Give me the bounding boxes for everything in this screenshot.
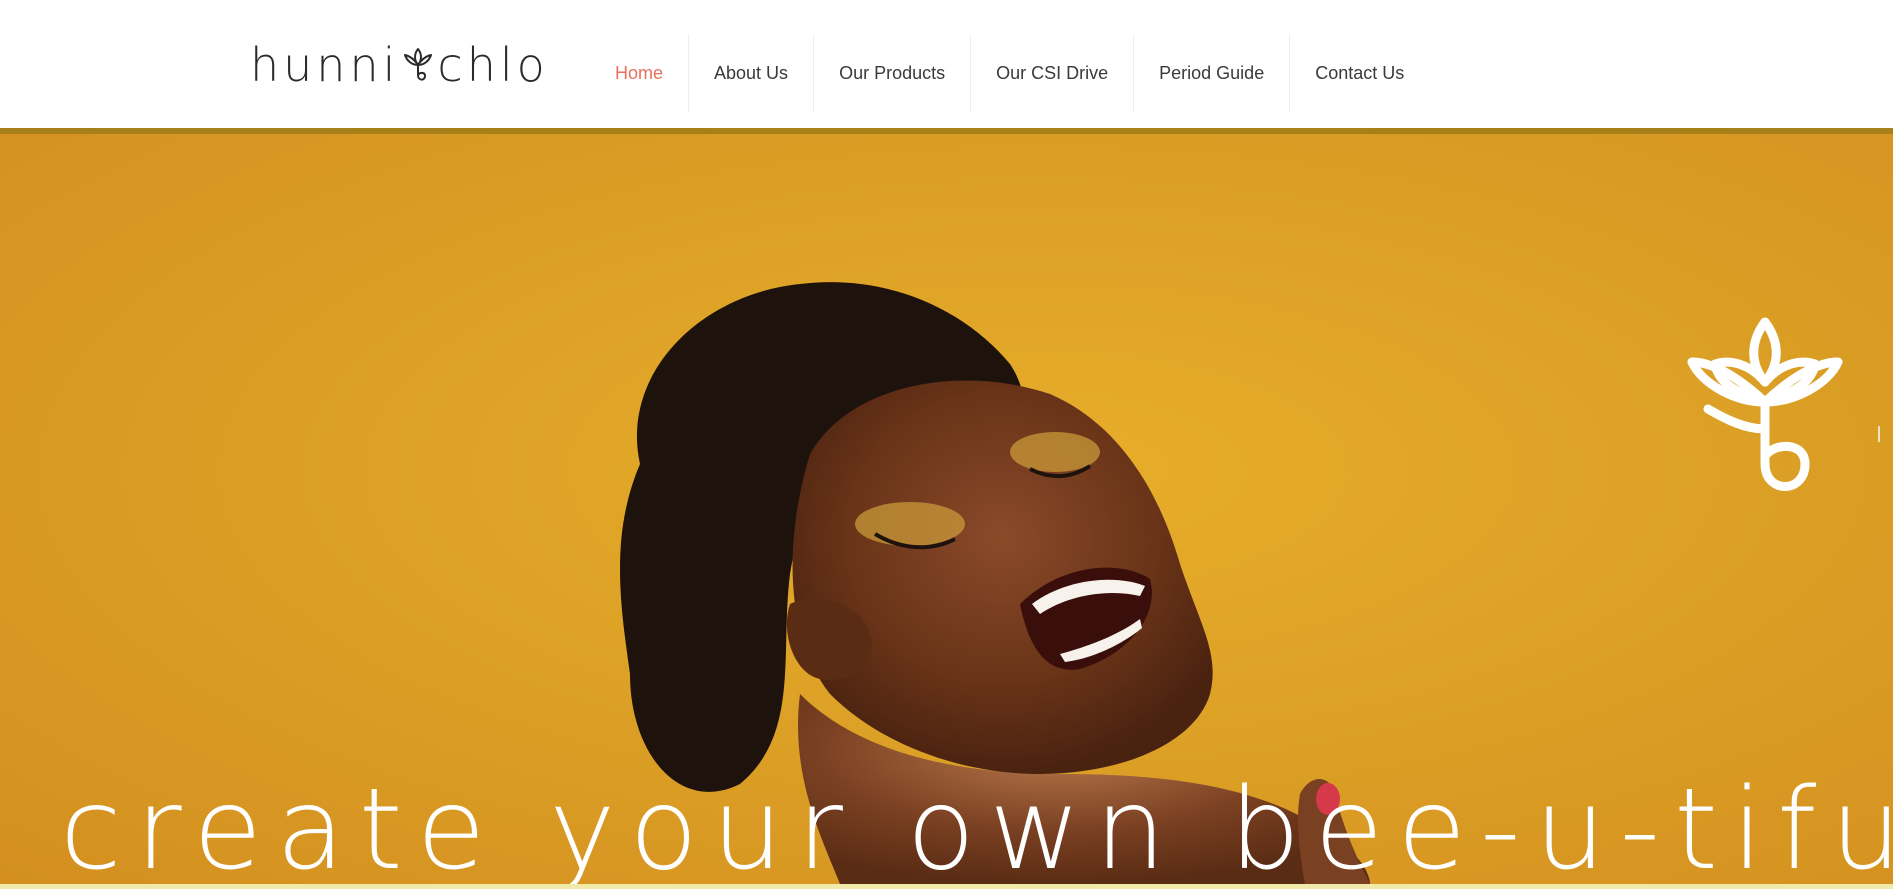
hero-tagline: create your own bee-u-tiful — [60, 765, 1893, 884]
hero-banner: create your own bee-u-tiful — [0, 134, 1893, 884]
nav-item-about-us[interactable]: About Us — [689, 34, 815, 112]
logo-text-right: chlo — [437, 38, 549, 92]
lotus-logo-icon — [404, 48, 433, 81]
logo-text-left: hunni — [250, 38, 400, 92]
site-header: hunni chlo Home About Us Our Products Ou… — [0, 0, 1893, 128]
nav-item-period-guide[interactable]: Period Guide — [1134, 34, 1291, 112]
lotus-brand-mark-icon — [1687, 317, 1843, 491]
slider-edge-indicator — [1878, 426, 1880, 442]
nav-item-our-products[interactable]: Our Products — [814, 34, 972, 112]
nav-item-our-csi-drive[interactable]: Our CSI Drive — [971, 34, 1135, 112]
brand-logo[interactable]: hunni chlo — [250, 40, 549, 90]
main-navigation: Home About Us Our Products Our CSI Drive… — [590, 34, 1429, 112]
hero-bottom-border — [0, 884, 1893, 889]
nav-item-home[interactable]: Home — [590, 34, 690, 112]
nav-item-contact-us[interactable]: Contact Us — [1290, 34, 1429, 112]
